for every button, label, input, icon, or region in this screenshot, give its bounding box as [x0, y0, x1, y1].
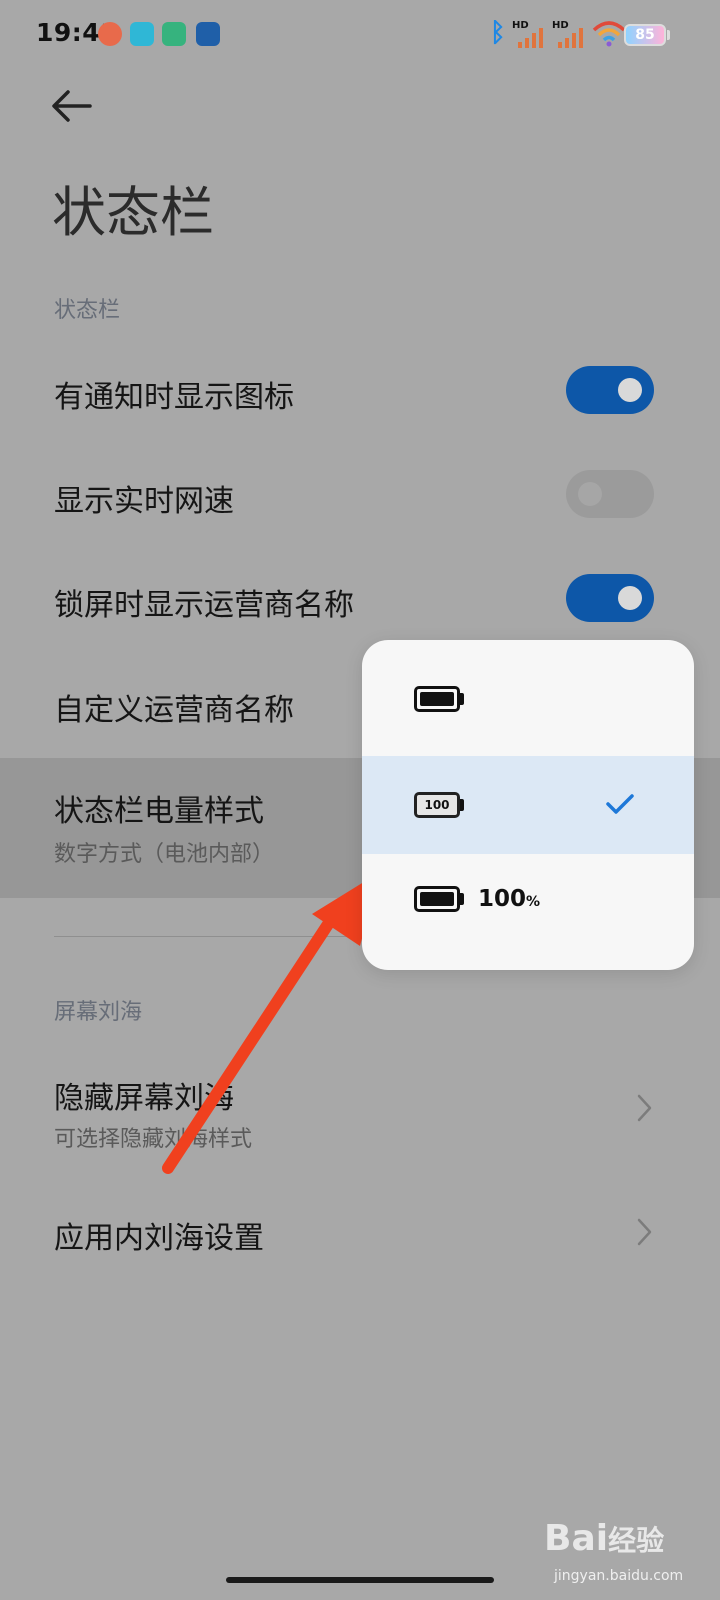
signal-2-icon: HD	[552, 20, 588, 48]
row-lockscreen-carrier-name[interactable]: 锁屏时显示运营商名称	[54, 580, 354, 624]
battery-number-inside-icon: 100	[414, 792, 460, 818]
section-label-status-bar: 状态栏	[54, 298, 121, 323]
toggle-knob	[618, 586, 642, 610]
bluetooth-icon: ᛒ	[490, 18, 506, 48]
row-battery-style[interactable]: 状态栏电量样式	[54, 786, 264, 830]
toggle-lockscreen-carrier-name[interactable]	[566, 574, 654, 622]
page-title: 状态栏	[52, 181, 214, 244]
row-show-network-speed[interactable]: 显示实时网速	[54, 476, 234, 520]
battery-percent-label: 100%	[478, 886, 540, 912]
section-label-notch: 屏幕刘海	[54, 1000, 143, 1025]
battery-icon	[414, 686, 460, 712]
row-hide-notch-subtitle: 可选择隐藏刘海样式	[54, 1127, 253, 1152]
row-hide-notch[interactable]: 隐藏屏幕刘海	[54, 1073, 234, 1117]
back-arrow-icon[interactable]	[50, 86, 94, 126]
watermark-logo: Bai经验	[544, 1518, 664, 1559]
wifi-icon	[592, 21, 626, 47]
toggle-show-notification-icons[interactable]	[566, 366, 654, 414]
watermark-logo-suffix: 经验	[608, 1524, 665, 1557]
status-bar: 19:41 ᛒ HD HD 85	[0, 0, 720, 70]
battery-percent-value: 100	[478, 886, 527, 912]
row-show-notification-icons[interactable]: 有通知时显示图标	[54, 372, 294, 416]
qq-icon	[130, 22, 154, 46]
battery-style-popup: 100 100%	[362, 640, 694, 970]
battery-fill	[420, 892, 454, 906]
battery-percent-unit: %	[526, 894, 541, 910]
battery-tip	[460, 893, 464, 905]
battery-tip	[667, 30, 670, 40]
baidu-jingyan-watermark: Bai经验 jingyan.baidu.com	[544, 1518, 704, 1590]
toggle-knob	[618, 378, 642, 402]
chevron-right-icon	[637, 1218, 652, 1246]
toggle-show-network-speed[interactable]	[566, 470, 654, 518]
checkmark-icon	[606, 794, 634, 814]
battery-style-option-icon[interactable]	[362, 650, 694, 748]
battery-icon	[414, 886, 460, 912]
toggle-knob	[578, 482, 602, 506]
row-battery-style-value: 数字方式（电池内部）	[54, 842, 275, 867]
watermark-logo-bai: Bai	[544, 1518, 609, 1559]
battery-inner-number: 100	[424, 798, 450, 812]
battery-fill	[420, 692, 454, 706]
battery-style-option-number-outside[interactable]: 100%	[362, 852, 694, 950]
app-square-icon	[196, 22, 220, 46]
battery-tip	[460, 799, 464, 811]
row-custom-carrier-name[interactable]: 自定义运营商名称	[54, 685, 294, 729]
row-in-app-notch-settings[interactable]: 应用内刘海设置	[54, 1213, 264, 1257]
alarm-clock-icon	[98, 22, 122, 46]
gesture-nav-bar[interactable]	[226, 1577, 494, 1583]
cloud-icon	[162, 22, 186, 46]
watermark-url: jingyan.baidu.com	[554, 1568, 684, 1584]
battery-tip	[460, 693, 464, 705]
signal-1-icon: HD	[512, 20, 548, 48]
chevron-right-icon	[637, 1094, 652, 1122]
battery-style-option-number-inside[interactable]: 100	[362, 756, 694, 854]
battery-level: 85	[624, 24, 666, 46]
